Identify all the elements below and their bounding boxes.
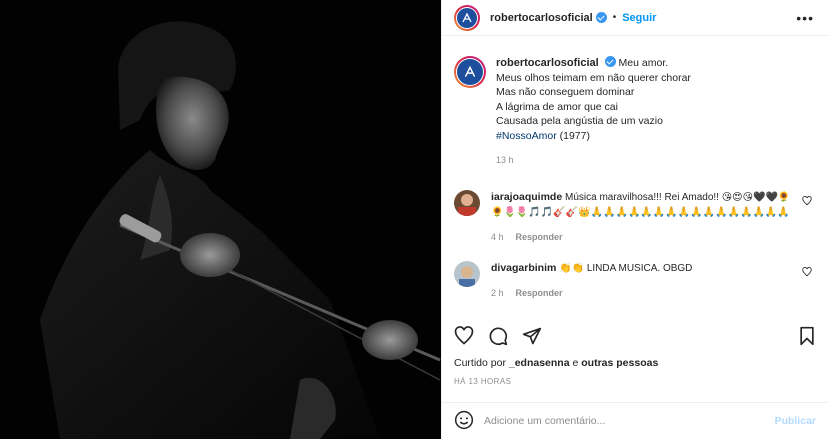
comment-text: 👏👏 LINDA MUSICA. OBGD bbox=[559, 262, 693, 274]
add-comment-bar: Publicar bbox=[442, 402, 828, 439]
comment-time[interactable]: 4 h bbox=[491, 232, 504, 242]
author-avatar[interactable] bbox=[454, 4, 480, 31]
caption-year: (1977) bbox=[556, 129, 590, 142]
caption-line: Meu amor. bbox=[618, 57, 669, 69]
caption-avatar[interactable] bbox=[454, 56, 486, 88]
comments-list[interactable]: robertocarlosoficial Meu amor. Meus olho… bbox=[442, 46, 828, 312]
caption-line: Causada pela angústia de um vazio bbox=[496, 115, 663, 127]
caption: robertocarlosoficial Meu amor. Meus olho… bbox=[454, 56, 816, 168]
caption-line: Mas não conseguem dominar bbox=[496, 86, 635, 98]
verified-badge-icon bbox=[604, 56, 616, 67]
liked-user-link[interactable]: _ednasenna bbox=[509, 357, 570, 369]
post-photo[interactable] bbox=[0, 0, 441, 439]
verified-badge-icon bbox=[595, 12, 607, 23]
comment-item: divagarbinim 👏👏 LINDA MUSICA. OBGD 2 h Re… bbox=[454, 260, 816, 301]
emoji-icon[interactable] bbox=[454, 410, 474, 433]
commenter-avatar[interactable] bbox=[454, 189, 480, 216]
liked-others-link[interactable]: outras pessoas bbox=[581, 357, 658, 369]
follow-button[interactable]: Seguir bbox=[622, 12, 656, 24]
publish-button[interactable]: Publicar bbox=[775, 415, 816, 427]
like-comment-icon[interactable] bbox=[802, 266, 812, 280]
liked-prefix: Curtido por bbox=[454, 357, 509, 369]
reply-button[interactable]: Responder bbox=[516, 288, 563, 298]
reply-button[interactable]: Responder bbox=[516, 232, 563, 242]
action-bar bbox=[454, 322, 816, 350]
liked-middle: e bbox=[569, 357, 582, 369]
comment-icon[interactable] bbox=[488, 326, 508, 346]
hashtag-link[interactable]: #NossoAmor bbox=[496, 130, 557, 142]
like-icon[interactable] bbox=[454, 326, 474, 346]
logo-icon bbox=[464, 65, 476, 77]
comment-item: iarajoaquimde Música maravilhosa!!! Rei … bbox=[454, 189, 816, 245]
comment-username[interactable]: iarajoaquimde bbox=[491, 191, 562, 203]
share-icon[interactable] bbox=[522, 326, 542, 346]
caption-time[interactable]: 13 h bbox=[496, 155, 514, 165]
post-header: robertocarlosoficial • Seguir ••• bbox=[442, 0, 828, 36]
like-comment-icon[interactable] bbox=[802, 195, 812, 209]
more-options-icon[interactable]: ••• bbox=[796, 10, 814, 26]
separator-dot: • bbox=[612, 12, 617, 23]
comment-input[interactable] bbox=[484, 415, 775, 427]
post-image bbox=[0, 0, 441, 439]
caption-line: Meus olhos teimam em não querer chorar bbox=[496, 71, 691, 84]
caption-line: A lágrima de amor que cai bbox=[496, 100, 618, 113]
comment-username[interactable]: divagarbinim bbox=[491, 262, 556, 274]
liked-by: Curtido por _ednasenna e outras pessoas bbox=[454, 357, 658, 369]
author-username[interactable]: robertocarlosoficial bbox=[490, 12, 593, 24]
post-timestamp[interactable]: HÁ 13 HORAS bbox=[454, 377, 511, 386]
post-panel: robertocarlosoficial • Seguir ••• robert… bbox=[441, 0, 828, 439]
caption-username[interactable]: robertocarlosoficial bbox=[496, 57, 599, 69]
commenter-avatar[interactable] bbox=[454, 260, 480, 287]
logo-icon bbox=[462, 12, 472, 22]
save-icon[interactable] bbox=[798, 326, 816, 346]
comment-time[interactable]: 2 h bbox=[491, 288, 504, 298]
